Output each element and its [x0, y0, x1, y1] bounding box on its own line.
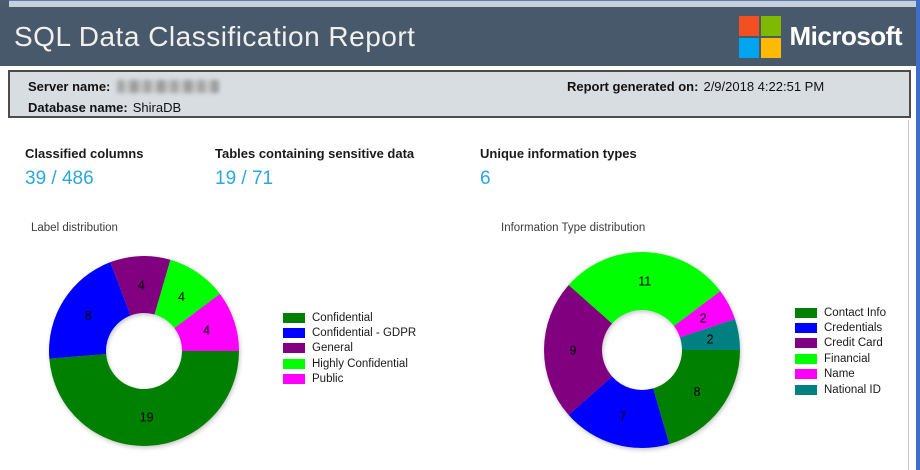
legend-label: Credit Card: [824, 337, 883, 349]
logo-square-yellow: [761, 38, 781, 58]
stat-unique-info-types: Unique information types 6: [480, 146, 637, 190]
logo-square-red: [739, 16, 759, 36]
logo-square-green: [761, 16, 781, 36]
stat-label: Tables containing sensitive data: [215, 146, 414, 161]
legend-item: Contact Info: [795, 305, 886, 320]
legend-item: Confidential: [283, 310, 416, 325]
information-type-legend: Contact Info Credentials Credit Card Financ…: [795, 305, 886, 397]
server-name-redacted: [117, 80, 219, 93]
legend-label: Confidential: [312, 312, 373, 324]
stat-classified-columns: Classified columns 39 / 486: [25, 146, 143, 190]
legend-swatch: [283, 374, 305, 384]
legend-label: Public: [312, 373, 343, 385]
microsoft-logo-icon: [739, 16, 781, 58]
legend-label: Contact Info: [824, 307, 886, 319]
chart-title-information-type-distribution: Information Type distribution: [501, 222, 645, 234]
legend-item: General: [283, 341, 416, 356]
donut-slice-confidential: [49, 351, 239, 446]
legend-swatch: [283, 313, 305, 323]
legend-item: Financial: [795, 351, 886, 366]
label-distribution-donut-chart: 19 8 4 4 4: [49, 256, 239, 446]
legend-swatch: [795, 323, 817, 333]
legend-swatch: [795, 308, 817, 318]
legend-label: Name: [824, 368, 855, 380]
database-name-label: Database name:: [28, 100, 128, 115]
stat-value: 19 / 71: [215, 168, 414, 190]
legend-swatch: [795, 385, 817, 395]
stat-label: Unique information types: [480, 146, 637, 161]
generated-on-value: 2/9/2018 4:22:51 PM: [703, 79, 824, 94]
report-header: SQL Data Classification Report Microsoft: [0, 7, 916, 66]
legend-label: Credentials: [824, 322, 882, 334]
stat-value: 6: [480, 168, 637, 190]
label-distribution-legend: Confidential Confidential - GDPR General Hi…: [283, 310, 416, 387]
slice-value-label: 4: [203, 323, 210, 337]
slice-value-label: 19: [140, 410, 154, 424]
legend-swatch: [283, 328, 305, 338]
stat-value: 39 / 486: [25, 168, 143, 190]
legend-label: Confidential - GDPR: [312, 327, 416, 339]
stat-label: Classified columns: [25, 146, 143, 161]
legend-item: Public: [283, 372, 416, 387]
legend-item: Credit Card: [795, 336, 886, 351]
window-top-corner: [0, 0, 9, 7]
server-info-bar: Server name: Database name: ShiraDB Repor…: [8, 70, 911, 118]
legend-item: Name: [795, 367, 886, 382]
microsoft-wordmark: Microsoft: [790, 21, 903, 52]
legend-item: Confidential - GDPR: [283, 325, 416, 340]
slice-value-label: 2: [707, 332, 714, 346]
server-name-row: Server name:: [28, 79, 219, 94]
legend-swatch: [283, 359, 305, 369]
legend-item: National ID: [795, 382, 886, 397]
legend-label: Financial: [824, 353, 870, 365]
slice-value-label: 4: [138, 278, 145, 292]
report-generated-row: Report generated on: 2/9/2018 4:22:51 PM: [567, 79, 824, 94]
slice-value-label: 2: [700, 311, 707, 325]
database-name-value: ShiraDB: [133, 100, 181, 115]
legend-label: National ID: [824, 384, 881, 396]
page-right-border: [908, 120, 909, 470]
information-type-donut-chart: 8 7 9 11 22: [544, 252, 740, 448]
slice-value-label: 9: [570, 343, 577, 357]
legend-swatch: [795, 338, 817, 348]
slice-value-label: 8: [694, 385, 701, 399]
legend-swatch: [283, 343, 305, 353]
slice-value-label: 7: [619, 410, 626, 424]
window-right-edge: [916, 0, 920, 470]
slice-value-label: 8: [85, 309, 92, 323]
microsoft-brand: Microsoft: [739, 7, 903, 66]
database-name-row: Database name: ShiraDB: [28, 100, 181, 115]
generated-on-label: Report generated on:: [567, 79, 698, 94]
slice-value-label: 11: [638, 274, 651, 288]
page-title: SQL Data Classification Report: [14, 7, 415, 66]
legend-item: Highly Confidential: [283, 356, 416, 371]
chart-title-label-distribution: Label distribution: [31, 222, 118, 234]
logo-square-blue: [739, 38, 759, 58]
server-name-label: Server name:: [28, 79, 110, 94]
legend-swatch: [795, 369, 817, 379]
legend-label: Highly Confidential: [312, 358, 408, 370]
legend-swatch: [795, 354, 817, 364]
legend-label: General: [312, 342, 353, 354]
window-top-edge: [0, 0, 920, 7]
slice-value-label: 4: [178, 290, 185, 304]
stat-tables-sensitive: Tables containing sensitive data 19 / 71: [215, 146, 414, 190]
legend-item: Credentials: [795, 320, 886, 335]
